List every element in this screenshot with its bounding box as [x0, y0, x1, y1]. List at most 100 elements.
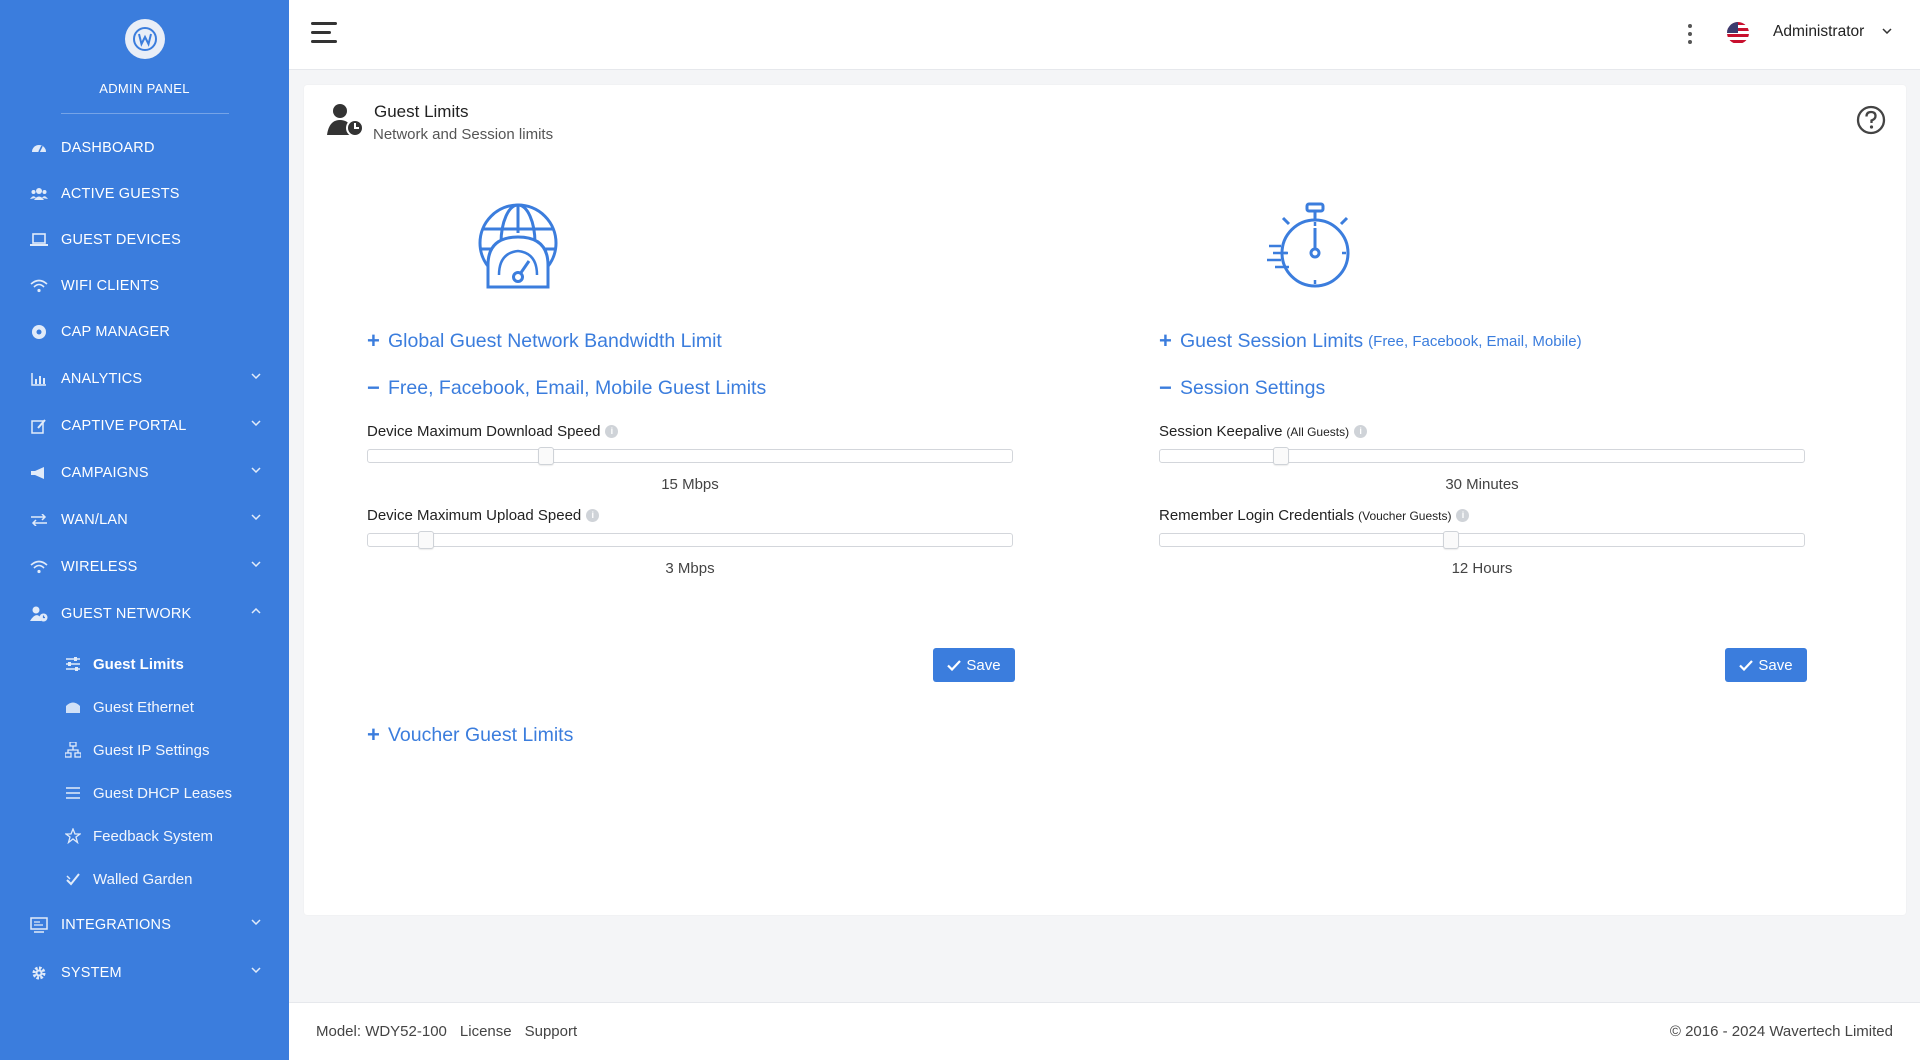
sidebar-item-wireless[interactable]: WIRELESS [0, 549, 289, 585]
minus-icon: − [1159, 375, 1172, 400]
sidebar-item-label: CAMPAIGNS [61, 465, 149, 481]
sidebar-subitem-label: Guest DHCP Leases [93, 784, 232, 802]
upload-speed-label: Device Maximum Upload Speed i [367, 507, 600, 524]
slider-handle[interactable] [418, 531, 434, 549]
info-icon[interactable]: i [1456, 509, 1470, 522]
upload-speed-value: 3 Mbps [665, 560, 715, 577]
copyright: © 2016 - 2024 Wavertech Limited [1669, 1023, 1893, 1040]
field-label-text: Session Keepalive [1159, 423, 1283, 440]
check-icon [947, 659, 962, 671]
upload-speed-slider[interactable] [367, 531, 1013, 549]
global-bandwidth-toggle[interactable]: + Global Guest Network Bandwidth Limit [367, 328, 722, 354]
dashboard-icon [29, 138, 49, 158]
page-subtitle: Network and Session limits [373, 126, 554, 143]
sidebar-subitem-guest-limits[interactable]: Guest Limits [0, 648, 289, 680]
sidebar-subitem-feedback-system[interactable]: Feedback System [0, 820, 289, 852]
sidebar-item-label: ANALYTICS [61, 371, 143, 387]
chevron-down-icon [251, 467, 261, 473]
toggle-note: (Free, Facebook, Email, Mobile) [1368, 332, 1582, 350]
sidebar-item-integrations[interactable]: INTEGRATIONS [0, 907, 289, 943]
save-session-settings-button[interactable]: Save [1725, 648, 1807, 682]
save-network-limits-button[interactable]: Save [933, 648, 1015, 682]
sidebar-item-dashboard[interactable]: DASHBOARD [0, 130, 289, 166]
ethernet-icon [63, 697, 83, 717]
info-icon[interactable]: i [605, 425, 619, 438]
field-label-note: (Voucher Guests) [1358, 508, 1452, 523]
sidebar-item-label: GUEST NETWORK [61, 606, 192, 622]
field-label-text: Device Maximum Download Speed [367, 423, 601, 440]
model-info: Model: WDY52-100 [316, 1023, 447, 1040]
users-icon [29, 184, 49, 204]
sidebar-item-system[interactable]: SYSTEM [0, 955, 289, 991]
sidebar-item-wifi-clients[interactable]: WIFI CLIENTS [0, 268, 289, 304]
plus-icon: + [367, 328, 380, 353]
sidebar: ADMIN PANEL DASHBOARD ACTIVE GUESTS GUES… [0, 0, 289, 1060]
sidebar-subitem-walled-garden[interactable]: Walled Garden [0, 863, 289, 895]
sidebar-subitem-guest-dhcp-leases[interactable]: Guest DHCP Leases [0, 777, 289, 809]
slider-handle[interactable] [1273, 447, 1289, 465]
sidebar-item-cap-manager[interactable]: CAP MANAGER [0, 314, 289, 350]
brand: ADMIN PANEL [0, 0, 289, 114]
footer: Model: WDY52-100 License Support © 2016 … [289, 1002, 1920, 1060]
us-flag-icon[interactable] [1727, 22, 1749, 44]
toggle-label: Session Settings [1180, 376, 1326, 399]
stopwatch-icon [1267, 202, 1350, 288]
remember-login-label: Remember Login Credentials (Voucher Gues… [1159, 507, 1470, 524]
download-speed-slider[interactable] [367, 447, 1013, 465]
sidebar-item-captive-portal[interactable]: CAPTIVE PORTAL [0, 408, 289, 444]
chevron-up-icon [251, 608, 261, 614]
user-menu[interactable]: Administrator [1773, 23, 1864, 41]
support-link[interactable]: Support [525, 1023, 578, 1040]
slider-handle[interactable] [538, 447, 554, 465]
guest-session-limits-toggle[interactable]: + Guest Session Limits (Free, Facebook, … [1159, 328, 1582, 354]
session-keepalive-slider[interactable] [1159, 447, 1805, 465]
download-speed-value: 15 Mbps [661, 476, 719, 493]
field-label-text: Remember Login Credentials [1159, 507, 1355, 524]
sidebar-item-label: WIFI CLIENTS [61, 278, 160, 294]
slider-handle[interactable] [1443, 531, 1459, 549]
session-settings-toggle[interactable]: − Session Settings [1159, 375, 1325, 401]
monitor-icon [29, 915, 49, 935]
sidebar-item-analytics[interactable]: ANALYTICS [0, 361, 289, 397]
license-link[interactable]: License [460, 1023, 512, 1040]
chevron-down-icon [251, 420, 261, 426]
sidebar-item-guest-network[interactable]: GUEST NETWORK [0, 596, 289, 632]
edit-icon [29, 416, 49, 436]
sidebar-item-label: WAN/LAN [61, 512, 128, 528]
free-guest-limits-toggle[interactable]: − Free, Facebook, Email, Mobile Guest Li… [367, 375, 766, 401]
sidebar-item-wan-lan[interactable]: WAN/LAN [0, 502, 289, 538]
toggle-label: Global Guest Network Bandwidth Limit [388, 329, 722, 352]
toggle-label: Free, Facebook, Email, Mobile Guest Limi… [388, 376, 767, 399]
sidebar-item-campaigns[interactable]: CAMPAIGNS [0, 455, 289, 491]
network-icon [63, 740, 83, 760]
minus-icon: − [367, 375, 380, 400]
arrows-icon [29, 510, 49, 530]
remember-login-slider[interactable] [1159, 531, 1805, 549]
user-clock-icon [327, 104, 364, 137]
chevron-down-icon[interactable] [1882, 28, 1892, 34]
sidebar-item-guest-devices[interactable]: GUEST DEVICES [0, 222, 289, 258]
sidebar-item-active-guests[interactable]: ACTIVE GUESTS [0, 176, 289, 212]
help-icon[interactable] [1856, 105, 1886, 135]
more-options-icon[interactable] [1686, 22, 1694, 46]
logo-icon[interactable] [124, 19, 165, 59]
plus-icon: + [367, 722, 380, 747]
sidebar-subitem-label: Guest Limits [93, 655, 184, 673]
voucher-guest-limits-toggle[interactable]: + Voucher Guest Limits [367, 722, 573, 748]
sidebar-subitem-guest-ip-settings[interactable]: Guest IP Settings [0, 734, 289, 766]
circle-icon [29, 322, 49, 342]
brand-divider [60, 113, 229, 114]
info-icon[interactable]: i [1354, 425, 1368, 438]
sidebar-item-label: WIRELESS [61, 559, 138, 575]
hamburger-menu-icon[interactable] [311, 22, 337, 44]
top-bar: Administrator [289, 0, 1920, 70]
guest-limits-card: Guest Limits Network and Session limits … [304, 85, 1906, 915]
sidebar-item-label: DASHBOARD [61, 140, 155, 156]
info-icon[interactable]: i [586, 509, 600, 522]
chevron-down-icon [251, 919, 261, 925]
remember-login-value: 12 Hours [1451, 560, 1513, 577]
download-speed-label: Device Maximum Download Speed i [367, 423, 619, 440]
sidebar-subitem-guest-ethernet[interactable]: Guest Ethernet [0, 691, 289, 723]
plus-icon: + [1159, 328, 1172, 353]
check-icon [1739, 659, 1754, 671]
